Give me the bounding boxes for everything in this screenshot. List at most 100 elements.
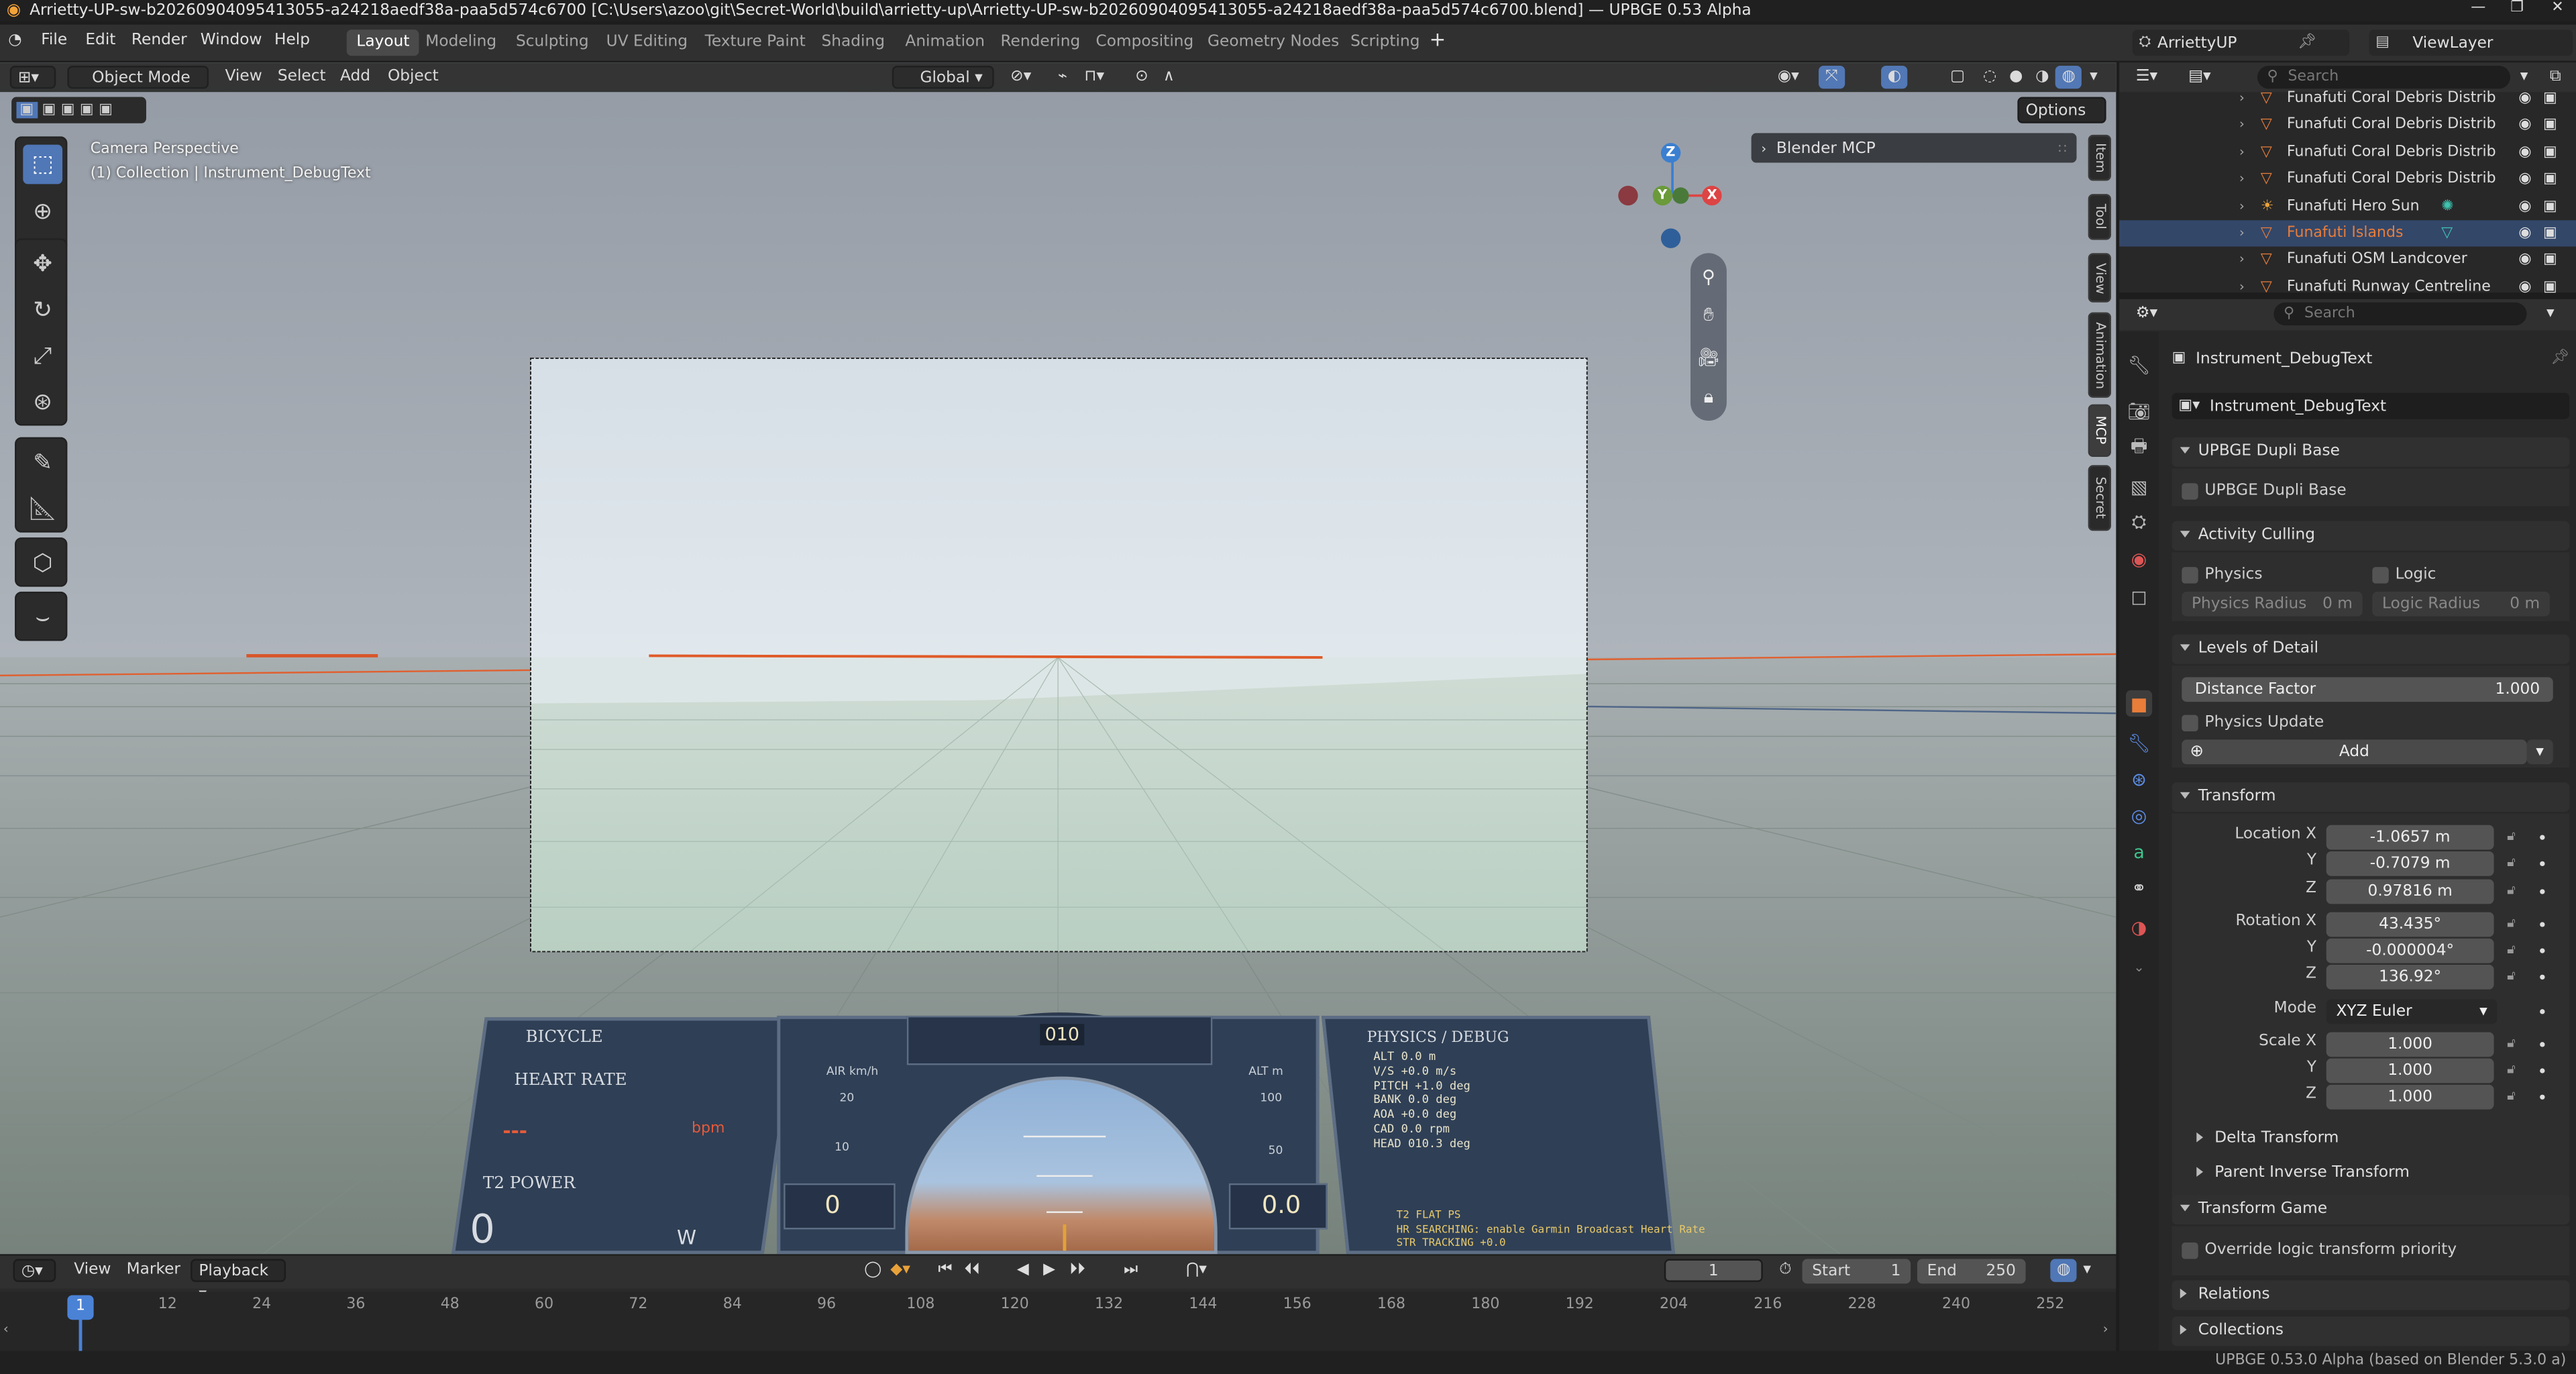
constraints-tab-icon[interactable]: ⚭	[2126, 874, 2152, 900]
override-logic-checkbox[interactable]	[2182, 1243, 2198, 1259]
lock-icon[interactable]: 🔓︎	[2507, 1035, 2516, 1051]
keyframe-dot-icon[interactable]	[2540, 1068, 2545, 1073]
menu-edit[interactable]: Edit	[85, 32, 115, 50]
visibility-icon[interactable]: ◉▾	[1771, 66, 1806, 89]
delta-transform-header[interactable]: Delta Transform	[2188, 1124, 2566, 1154]
stopwatch-icon[interactable]: ⏱	[1772, 1259, 1798, 1282]
logic-culling-checkbox[interactable]	[2372, 567, 2389, 584]
ntab-animation[interactable]: Animation	[2088, 312, 2111, 398]
visibility-eye-icon[interactable]: ◉	[2518, 140, 2531, 166]
render-tab-icon[interactable]: 📷︎	[2126, 398, 2152, 424]
start-frame-field[interactable]: Start 1	[1802, 1259, 1911, 1284]
expand-chevron-icon[interactable]: ›	[2239, 274, 2245, 301]
end-frame-field[interactable]: End 250	[1917, 1259, 2026, 1284]
shading-wireframe-icon[interactable]: ◌	[1976, 66, 2003, 89]
pan-hand-icon[interactable]: ✋︎	[1692, 299, 1725, 332]
panel-upbge-dupli-header[interactable]: UPBGE Dupli Base	[2171, 437, 2570, 467]
scene-selector[interactable]: ⛭ ArriettyUP 📌︎	[2132, 30, 2350, 56]
move-tool-icon[interactable]: ✥	[23, 245, 62, 284]
rotation-x-field[interactable]: 43.435°	[2326, 912, 2494, 937]
outliner-row[interactable]: › ▽ Funafuti Coral Debris Distrib ◉ ▣	[2119, 113, 2576, 139]
datablock-selector[interactable]: ▣▾ Instrument_DebugText	[2171, 392, 2570, 419]
keyframe-dot-icon[interactable]	[2540, 1042, 2545, 1047]
next-keyframe-icon[interactable]: ⏵⏵	[1063, 1259, 1092, 1282]
select-subtract-icon[interactable]: ▣	[61, 102, 75, 118]
render-camera-icon[interactable]: ▣	[2543, 113, 2557, 139]
expand-chevron-icon[interactable]: ›	[2239, 166, 2245, 193]
keyframe-dot-icon[interactable]	[2540, 861, 2545, 867]
select-intersect-icon[interactable]: ▣	[99, 102, 113, 118]
shading-material-icon[interactable]: ◑	[2029, 66, 2056, 89]
keyframe-dot-icon[interactable]	[2540, 948, 2545, 953]
properties-search[interactable]: ⚲ Search	[2273, 302, 2527, 326]
outliner-row[interactable]: › ▽ Funafuti Runway Centreline ◉ ▣	[2119, 274, 2576, 301]
annotate-tool-icon[interactable]: ✎	[23, 443, 62, 483]
location-y-field[interactable]: -0.7079 m	[2326, 851, 2494, 876]
close-icon[interactable]: ✕	[2551, 0, 2563, 16]
properties-options-icon[interactable]: ▾	[2540, 303, 2561, 325]
drag-handle-icon[interactable]: ∷	[2058, 140, 2066, 155]
pin-icon[interactable]: 📌︎	[2551, 350, 2569, 366]
lock-icon[interactable]: 🔓︎	[2507, 883, 2516, 899]
panel-activity-culling-header[interactable]: Activity Culling	[2171, 521, 2570, 551]
prev-keyframe-icon[interactable]: ⏴⏴	[958, 1259, 987, 1282]
lock-icon[interactable]: 🔓︎	[2507, 855, 2516, 871]
maximize-icon[interactable]: ❐	[2510, 0, 2524, 16]
workspace-tab-uv-editing[interactable]: UV Editing	[596, 30, 698, 56]
visibility-eye-icon[interactable]: ◉	[2518, 247, 2531, 273]
transform-orientation-dropdown[interactable]: Global ▾	[892, 65, 994, 89]
editor-type-button[interactable]: ⊞▾	[9, 65, 56, 89]
lock-icon[interactable]: 🔓︎	[2507, 829, 2516, 845]
shading-options-icon[interactable]: ▾	[2083, 66, 2104, 89]
scene-tab-icon[interactable]: ⛭	[2126, 509, 2152, 535]
modifier-tab-icon[interactable]: 🔧︎	[2126, 730, 2152, 756]
object-name[interactable]: Instrument_DebugText	[2196, 350, 2372, 368]
properties-editor-type-icon[interactable]: ⚙▾	[2129, 303, 2164, 325]
physics-radius-field[interactable]: Physics Radius 0 m	[2182, 591, 2363, 617]
ntab-tool[interactable]: Tool	[2088, 194, 2111, 240]
upbge-dupli-checkbox[interactable]	[2182, 483, 2198, 500]
add-workspace-icon[interactable]: +	[1430, 28, 1446, 51]
shading-rendered-icon[interactable]: ◍	[2055, 65, 2082, 89]
ntab-item[interactable]: Item	[2088, 134, 2111, 181]
keyframe-dot-icon[interactable]	[2540, 1009, 2545, 1014]
keyframe-dot-icon[interactable]	[2540, 889, 2545, 894]
ntab-secret[interactable]: Secret	[2088, 465, 2111, 531]
3d-viewport[interactable]: BICYCLE HEART RATE --- bpm T2 POWER 0 W …	[0, 62, 2116, 1255]
timeline-editor[interactable]: ◷▾ View Marker Playback ▾ ◯ ◆▾ ⏮ ⏴⏴ ◀ ▶ …	[0, 1255, 2116, 1351]
scale-x-field[interactable]: 1.000	[2326, 1032, 2494, 1057]
lock-icon[interactable]: 🔓︎	[2507, 1062, 2516, 1078]
datablock-name[interactable]: Instrument_DebugText	[2210, 397, 2386, 415]
keyframe-dot-icon[interactable]	[2540, 974, 2545, 980]
pivot-icon[interactable]: ⊘▾	[1004, 66, 1038, 89]
render-camera-icon[interactable]: ▣	[2543, 274, 2557, 301]
workspace-tab-compositing[interactable]: Compositing	[1086, 30, 1203, 56]
lock-icon[interactable]: 🔓︎	[2507, 942, 2516, 958]
outliner-row[interactable]: › ▽ Funafuti Islands ▽ ◉ ▣	[2119, 220, 2576, 247]
visibility-eye-icon[interactable]: ◉	[2518, 220, 2531, 246]
world-tab-icon[interactable]: ◉	[2126, 545, 2152, 572]
more-tabs-icon[interactable]: ⌄	[2126, 953, 2152, 980]
view-layer-selector[interactable]: ▤ ViewLayer	[2369, 30, 2573, 56]
scroll-right-icon[interactable]: ›	[2103, 1322, 2108, 1336]
visibility-eye-icon[interactable]: ◉	[2518, 193, 2531, 219]
render-camera-icon[interactable]: ▣	[2543, 247, 2557, 273]
outliner-row[interactable]: › ▽ Funafuti Coral Debris Distrib ◉ ▣	[2119, 140, 2576, 166]
timeline-overlay-icon[interactable]: ◍	[2050, 1259, 2078, 1282]
render-camera-icon[interactable]: ▣	[2543, 193, 2557, 219]
xray-icon[interactable]: ▢	[1943, 66, 1972, 89]
visibility-eye-icon[interactable]: ◉	[2518, 274, 2531, 301]
outliner-row[interactable]: › ☀ Funafuti Hero Sun ✺ ◉ ▣	[2119, 193, 2576, 219]
rotation-mode-dropdown[interactable]: XYZ Euler ▾	[2326, 999, 2498, 1024]
object-mode-dropdown[interactable]: Object Mode ▾	[67, 65, 209, 110]
rotate-tool-icon[interactable]: ↻	[23, 291, 62, 331]
workspace-tab-scripting[interactable]: Scripting	[1340, 30, 1430, 56]
play-icon[interactable]: ▶	[1036, 1259, 1062, 1282]
rotation-z-field[interactable]: 136.92°	[2326, 965, 2494, 990]
ntab-mcp[interactable]: MCP	[2088, 404, 2111, 458]
collection-tab-icon[interactable]: ☐	[2126, 585, 2152, 611]
workspace-tab-texture-paint[interactable]: Texture Paint	[695, 30, 816, 56]
scale-z-field[interactable]: 1.000	[2326, 1084, 2494, 1110]
zoom-icon[interactable]: ⚲	[1692, 260, 1725, 293]
overlay-toggle-icon[interactable]: ◐	[1881, 65, 1909, 89]
